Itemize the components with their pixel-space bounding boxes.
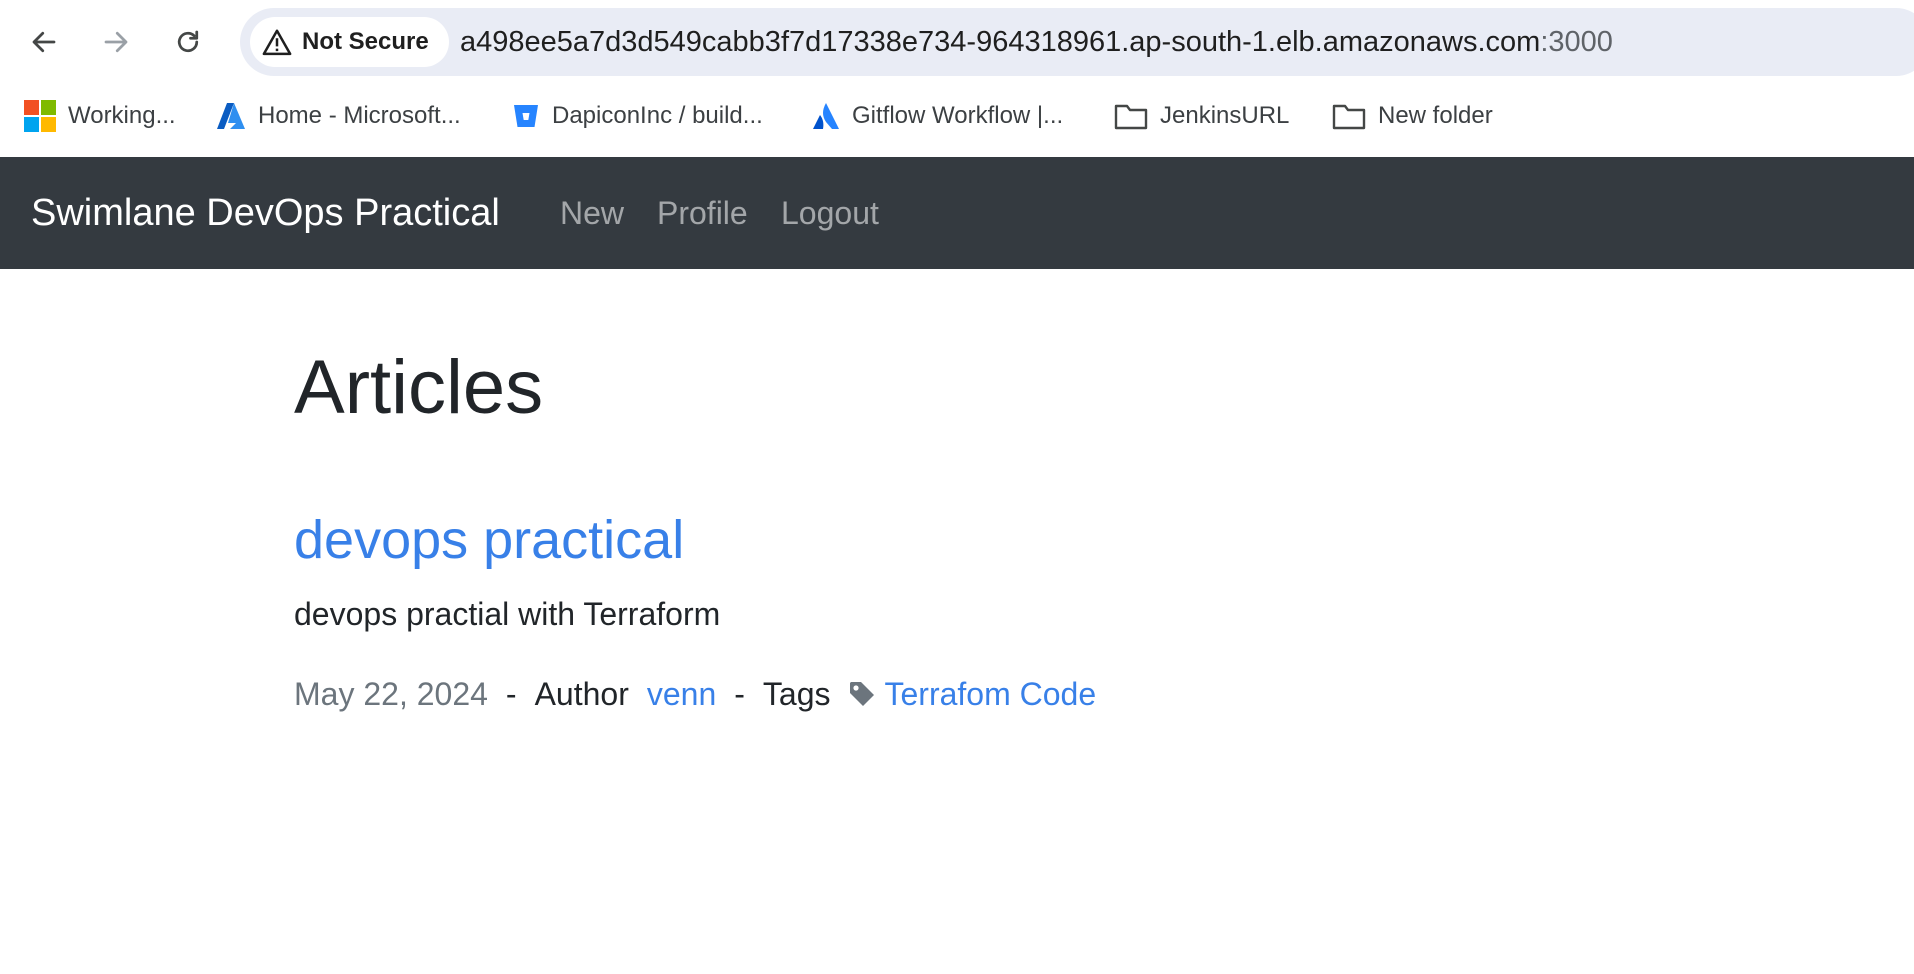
- reload-button[interactable]: [168, 22, 208, 62]
- author-label: Author: [534, 676, 629, 712]
- bookmark-working[interactable]: Working...: [24, 96, 176, 136]
- atlassian-icon: [812, 102, 840, 130]
- bitbucket-icon: [512, 102, 540, 130]
- author-link[interactable]: venn: [647, 678, 716, 710]
- article-date: May 22, 2024: [294, 676, 488, 712]
- warning-icon: [262, 29, 292, 56]
- tags-label: Tags: [762, 676, 831, 712]
- back-button[interactable]: [24, 22, 64, 62]
- forward-button[interactable]: [96, 22, 136, 62]
- bookmark-folder-jenkins[interactable]: JenkinsURL: [1114, 96, 1289, 136]
- meta-separator: -: [734, 676, 745, 712]
- meta-separator: -: [505, 676, 517, 712]
- bookmark-label: JenkinsURL: [1160, 102, 1290, 129]
- article-meta: May 22, 2024 - Author venn - Tags Terraf…: [294, 678, 1096, 710]
- arrow-right-icon: [104, 31, 128, 53]
- security-chip-label: Not Secure: [302, 28, 429, 55]
- site-navbar: Swimlane DevOps Practical New Profile Lo…: [0, 157, 1914, 269]
- folder-icon: [1114, 102, 1148, 130]
- azure-icon: [216, 101, 246, 131]
- article-title-link[interactable]: devops practical: [294, 513, 684, 567]
- folder-icon: [1332, 102, 1366, 130]
- bookmark-label: Home - Microsoft...: [258, 102, 461, 129]
- page-title: Articles: [294, 345, 544, 430]
- microsoft-icon: [24, 100, 56, 132]
- nav-link-profile[interactable]: Profile: [657, 157, 748, 269]
- article-description: devops practial with Terraform: [294, 596, 721, 632]
- bookmark-gitflow[interactable]: Gitflow Workflow |...: [812, 96, 1063, 136]
- tag-icon: [848, 680, 876, 708]
- bookmark-label: Working...: [68, 102, 176, 129]
- url-text[interactable]: a498ee5a7d3d549cabb3f7d17338e734-9643189…: [460, 8, 1613, 76]
- arrow-left-icon: [32, 31, 56, 53]
- url-port: :3000: [1540, 25, 1613, 58]
- bookmark-microsoft-home[interactable]: Home - Microsoft...: [216, 96, 461, 136]
- bookmark-folder-new[interactable]: New folder: [1332, 96, 1493, 136]
- nav-link-logout[interactable]: Logout: [781, 157, 879, 269]
- navbar-brand[interactable]: Swimlane DevOps Practical: [31, 157, 500, 269]
- bookmark-label: New folder: [1378, 102, 1493, 129]
- reload-icon: [177, 30, 199, 53]
- security-chip[interactable]: Not Secure: [250, 17, 449, 67]
- bookmarks-bar: Working... Home - Microsoft... DapiconIn…: [0, 80, 1914, 157]
- url-host: a498ee5a7d3d549cabb3f7d17338e734-9643189…: [460, 25, 1541, 58]
- bookmark-dapicon[interactable]: DapiconInc / build...: [512, 96, 763, 136]
- address-bar[interactable]: Not Secure a498ee5a7d3d549cabb3f7d17338e…: [240, 8, 1914, 76]
- browser-toolbar: Not Secure a498ee5a7d3d549cabb3f7d17338e…: [0, 0, 1914, 80]
- nav-link-new[interactable]: New: [560, 157, 624, 269]
- bookmark-label: DapiconInc / build...: [552, 102, 763, 129]
- tag-link[interactable]: Terrafom Code: [884, 678, 1096, 710]
- bookmark-label: Gitflow Workflow |...: [852, 102, 1064, 129]
